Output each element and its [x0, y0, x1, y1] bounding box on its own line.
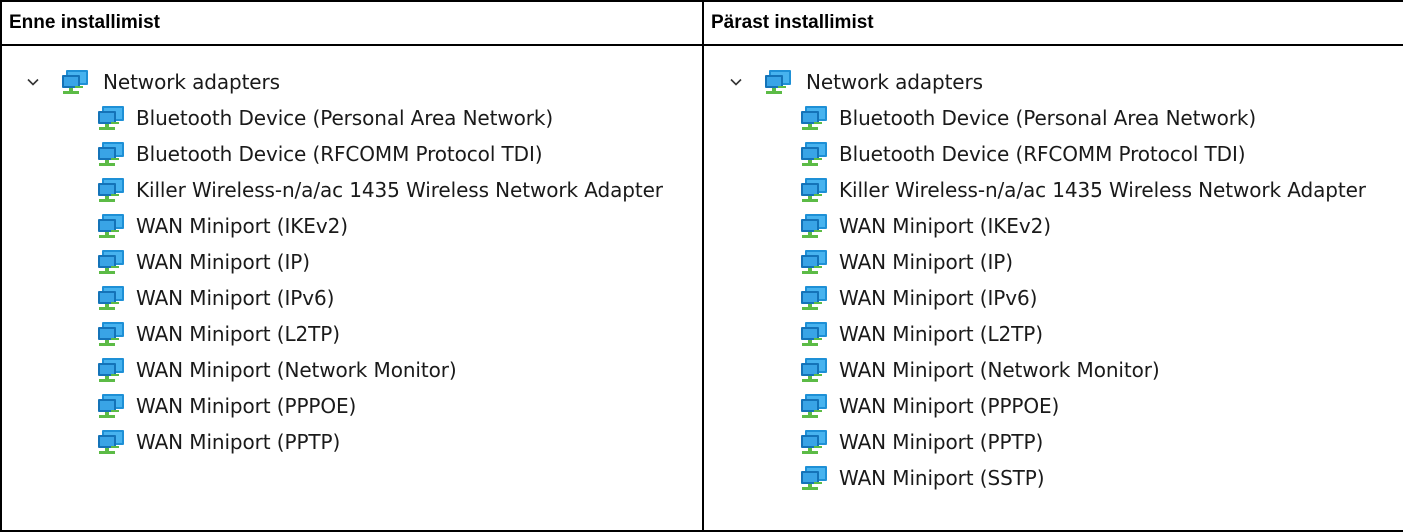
adapter-list-before: Bluetooth Device (Personal Area Network)…: [26, 100, 663, 460]
list-item[interactable]: Bluetooth Device (Personal Area Network): [26, 100, 663, 136]
tree-node-label: Network adapters: [103, 70, 280, 94]
network-adapter-icon: [799, 213, 830, 239]
adapter-label: Bluetooth Device (Personal Area Network): [839, 106, 1257, 130]
device-tree-after: Network adapters Bluetooth Device (Perso…: [729, 64, 1366, 496]
list-item[interactable]: WAN Miniport (IP): [26, 244, 663, 280]
network-adapter-icon: [96, 429, 127, 455]
adapter-label: WAN Miniport (IP): [839, 250, 1013, 274]
adapter-label: WAN Miniport (IKEv2): [839, 214, 1051, 238]
adapter-label: Bluetooth Device (RFCOMM Protocol TDI): [136, 142, 543, 166]
list-item[interactable]: WAN Miniport (PPTP): [729, 424, 1366, 460]
list-item[interactable]: WAN Miniport (IKEv2): [729, 208, 1366, 244]
list-item[interactable]: WAN Miniport (Network Monitor): [26, 352, 663, 388]
network-adapter-icon: [799, 249, 830, 275]
adapter-label: WAN Miniport (IKEv2): [136, 214, 348, 238]
adapter-label: Killer Wireless-n/a/ac 1435 Wireless Net…: [839, 178, 1366, 202]
list-item[interactable]: Bluetooth Device (RFCOMM Protocol TDI): [26, 136, 663, 172]
adapter-label: WAN Miniport (IP): [136, 250, 310, 274]
network-adapter-icon: [96, 177, 127, 203]
list-item[interactable]: Bluetooth Device (RFCOMM Protocol TDI): [729, 136, 1366, 172]
adapter-label: WAN Miniport (IPv6): [839, 286, 1038, 310]
network-adapter-icon: [96, 249, 127, 275]
network-adapter-icon: [96, 213, 127, 239]
adapter-label: WAN Miniport (L2TP): [839, 322, 1043, 346]
adapter-label: Bluetooth Device (Personal Area Network): [136, 106, 554, 130]
adapter-label: WAN Miniport (Network Monitor): [136, 358, 457, 382]
header-after: Pärast installimist: [702, 0, 1403, 46]
tree-node-network-adapters[interactable]: Network adapters: [26, 64, 663, 100]
list-item[interactable]: WAN Miniport (L2TP): [26, 316, 663, 352]
network-adapter-icon: [60, 69, 91, 95]
network-adapter-icon: [96, 357, 127, 383]
adapter-label: WAN Miniport (PPPOE): [136, 394, 357, 418]
adapter-label: WAN Miniport (Network Monitor): [839, 358, 1160, 382]
adapter-label: WAN Miniport (PPTP): [839, 430, 1044, 454]
tree-node-label: Network adapters: [806, 70, 983, 94]
content-row: Network adapters Bluetooth Device (Perso…: [0, 44, 1403, 532]
network-adapter-icon: [96, 285, 127, 311]
chevron-down-icon[interactable]: [729, 75, 743, 89]
list-item[interactable]: WAN Miniport (PPPOE): [729, 388, 1366, 424]
tree-node-network-adapters[interactable]: Network adapters: [729, 64, 1366, 100]
list-item[interactable]: WAN Miniport (PPPOE): [26, 388, 663, 424]
network-adapter-icon: [799, 285, 830, 311]
network-adapter-icon: [96, 105, 127, 131]
list-item[interactable]: WAN Miniport (IPv6): [26, 280, 663, 316]
network-adapter-icon: [799, 177, 830, 203]
comparison-table: Enne installimist Pärast installimist Ne…: [0, 0, 1403, 532]
network-adapter-icon: [96, 393, 127, 419]
adapter-label: WAN Miniport (PPTP): [136, 430, 341, 454]
network-adapter-icon: [799, 429, 830, 455]
adapter-label: Killer Wireless-n/a/ac 1435 Wireless Net…: [136, 178, 663, 202]
network-adapter-icon: [799, 465, 830, 491]
network-adapter-icon: [799, 357, 830, 383]
cell-before: Network adapters Bluetooth Device (Perso…: [0, 44, 704, 532]
adapter-label: Bluetooth Device (RFCOMM Protocol TDI): [839, 142, 1246, 166]
network-adapter-icon: [763, 69, 794, 95]
adapter-list-after: Bluetooth Device (Personal Area Network)…: [729, 100, 1366, 496]
chevron-down-icon[interactable]: [26, 75, 40, 89]
list-item[interactable]: WAN Miniport (Network Monitor): [729, 352, 1366, 388]
list-item[interactable]: Bluetooth Device (Personal Area Network): [729, 100, 1366, 136]
adapter-label: WAN Miniport (PPPOE): [839, 394, 1060, 418]
header-row: Enne installimist Pärast installimist: [0, 0, 1403, 46]
cell-after: Network adapters Bluetooth Device (Perso…: [702, 44, 1403, 532]
network-adapter-icon: [96, 141, 127, 167]
header-before: Enne installimist: [0, 0, 704, 46]
list-item[interactable]: WAN Miniport (L2TP): [729, 316, 1366, 352]
list-item[interactable]: Killer Wireless-n/a/ac 1435 Wireless Net…: [729, 172, 1366, 208]
adapter-label: WAN Miniport (SSTP): [839, 466, 1045, 490]
device-tree-before: Network adapters Bluetooth Device (Perso…: [26, 64, 663, 460]
list-item[interactable]: WAN Miniport (IPv6): [729, 280, 1366, 316]
network-adapter-icon: [799, 141, 830, 167]
network-adapter-icon: [799, 105, 830, 131]
adapter-label: WAN Miniport (IPv6): [136, 286, 335, 310]
list-item[interactable]: WAN Miniport (IP): [729, 244, 1366, 280]
network-adapter-icon: [96, 321, 127, 347]
network-adapter-icon: [799, 321, 830, 347]
list-item[interactable]: Killer Wireless-n/a/ac 1435 Wireless Net…: [26, 172, 663, 208]
list-item[interactable]: WAN Miniport (SSTP): [729, 460, 1366, 496]
list-item[interactable]: WAN Miniport (IKEv2): [26, 208, 663, 244]
adapter-label: WAN Miniport (L2TP): [136, 322, 340, 346]
list-item[interactable]: WAN Miniport (PPTP): [26, 424, 663, 460]
network-adapter-icon: [799, 393, 830, 419]
